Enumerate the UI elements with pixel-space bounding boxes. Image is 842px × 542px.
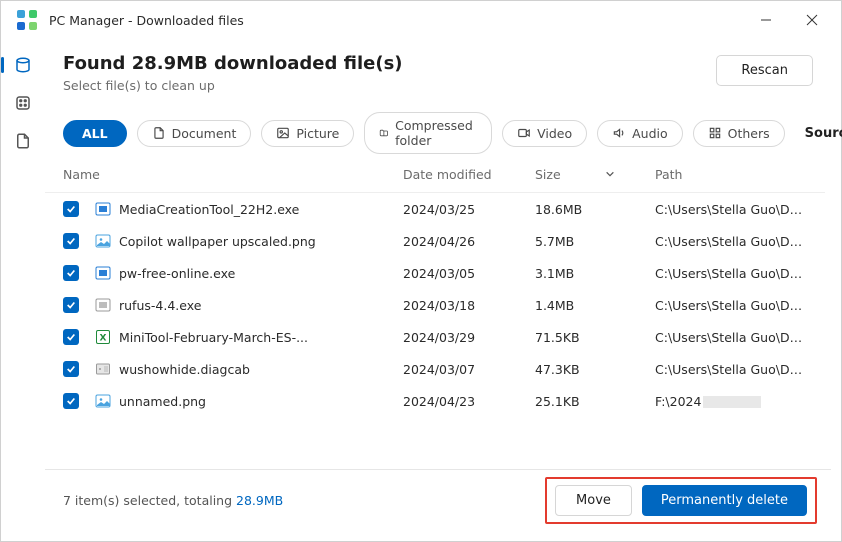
- file-name: MediaCreationTool_22H2.exe: [119, 202, 403, 217]
- row-checkbox[interactable]: [63, 361, 79, 377]
- file-type-icon: [95, 393, 111, 409]
- file-path: C:\Users\Stella Guo\Do...: [655, 234, 807, 249]
- file-date: 2024/03/07: [403, 362, 535, 377]
- filter-chip-document[interactable]: Document: [137, 120, 252, 147]
- file-size: 47.3KB: [535, 362, 655, 377]
- file-date: 2024/03/25: [403, 202, 535, 217]
- file-path: C:\Users\Stella Guo\Do...: [655, 202, 807, 217]
- action-highlight-box: Move Permanently delete: [545, 477, 817, 524]
- file-name: pw-free-online.exe: [119, 266, 403, 281]
- footer-bar: 7 item(s) selected, totaling 28.9MB Move…: [45, 469, 831, 531]
- row-checkbox[interactable]: [63, 233, 79, 249]
- file-type-icon: [95, 361, 111, 377]
- close-button[interactable]: [789, 5, 835, 35]
- file-path: F:\2024: [655, 394, 807, 409]
- filter-chip-picture[interactable]: Picture: [261, 120, 354, 147]
- file-table: Name Date modified Size Path MediaCreati…: [45, 157, 831, 469]
- filter-chip-audio[interactable]: Audio: [597, 120, 683, 147]
- file-date: 2024/03/18: [403, 298, 535, 313]
- file-type-icon: [95, 201, 111, 217]
- file-size: 18.6MB: [535, 202, 655, 217]
- page-subtitle: Select file(s) to clean up: [63, 78, 403, 93]
- file-date: 2024/03/05: [403, 266, 535, 281]
- svg-text:X: X: [100, 334, 107, 344]
- filter-chip-compressed[interactable]: Compressed folder: [364, 112, 492, 154]
- file-size: 1.4MB: [535, 298, 655, 313]
- main-panel: Found 28.9MB downloaded file(s) Select f…: [45, 39, 831, 531]
- row-checkbox[interactable]: [63, 297, 79, 313]
- filter-chip-others[interactable]: Others: [693, 120, 785, 147]
- file-type-icon: X: [95, 329, 111, 345]
- sidebar-item-storage[interactable]: [11, 53, 35, 77]
- file-path: C:\Users\Stella Guo\Do...: [655, 330, 807, 345]
- table-row[interactable]: MediaCreationTool_22H2.exe 2024/03/25 18…: [45, 193, 825, 225]
- sidebar-item-files[interactable]: [11, 129, 35, 153]
- row-checkbox[interactable]: [63, 201, 79, 217]
- sort-indicator-icon: [561, 167, 615, 182]
- file-path: C:\Users\Stella Guo\Do...: [655, 298, 807, 313]
- file-name: unnamed.png: [119, 394, 403, 409]
- selection-status: 7 item(s) selected, totaling 28.9MB: [63, 493, 283, 508]
- file-name: wushowhide.diagcab: [119, 362, 403, 377]
- filter-chip-all[interactable]: ALL: [63, 120, 127, 147]
- file-size: 25.1KB: [535, 394, 655, 409]
- rescan-button[interactable]: Rescan: [716, 55, 813, 86]
- sidebar-item-apps[interactable]: [11, 91, 35, 115]
- file-date: 2024/04/23: [403, 394, 535, 409]
- column-header-date[interactable]: Date modified: [403, 167, 535, 182]
- source-label: Source: [805, 126, 842, 141]
- file-size: 71.5KB: [535, 330, 655, 345]
- column-header-name[interactable]: Name: [63, 167, 403, 182]
- table-row[interactable]: pw-free-online.exe 2024/03/05 3.1MB C:\U…: [45, 257, 825, 289]
- table-row[interactable]: unnamed.png 2024/04/23 25.1KB F:\2024: [45, 385, 825, 417]
- app-logo-icon: [17, 10, 37, 30]
- file-path: C:\Users\Stella Guo\Do...: [655, 362, 807, 377]
- minimize-button[interactable]: [743, 5, 789, 35]
- table-row[interactable]: rufus-4.4.exe 2024/03/18 1.4MB C:\Users\…: [45, 289, 825, 321]
- title-bar: PC Manager - Downloaded files: [1, 1, 841, 39]
- file-size: 3.1MB: [535, 266, 655, 281]
- file-name: Copilot wallpaper upscaled.png: [119, 234, 403, 249]
- table-row[interactable]: Copilot wallpaper upscaled.png 2024/04/2…: [45, 225, 825, 257]
- permanently-delete-button[interactable]: Permanently delete: [642, 485, 807, 516]
- header-panel: Found 28.9MB downloaded file(s) Select f…: [45, 39, 831, 109]
- filter-bar: ALL Document Picture Compressed folder V…: [45, 109, 831, 157]
- document-icon: [152, 126, 166, 140]
- file-path: C:\Users\Stella Guo\Do...: [655, 266, 807, 281]
- file-name: MiniTool-February-March-ES-...: [119, 330, 403, 345]
- file-type-icon: [95, 265, 111, 281]
- sidebar: [1, 39, 45, 541]
- picture-icon: [276, 126, 290, 140]
- column-header-size[interactable]: Size: [535, 167, 655, 182]
- audio-icon: [612, 126, 626, 140]
- page-title: Found 28.9MB downloaded file(s): [63, 53, 403, 74]
- column-header-path[interactable]: Path: [655, 167, 807, 182]
- row-checkbox[interactable]: [63, 265, 79, 281]
- file-date: 2024/03/29: [403, 330, 535, 345]
- filter-chip-video[interactable]: Video: [502, 120, 587, 147]
- row-checkbox[interactable]: [63, 393, 79, 409]
- file-size: 5.7MB: [535, 234, 655, 249]
- file-type-icon: [95, 233, 111, 249]
- window-title: PC Manager - Downloaded files: [49, 13, 244, 28]
- video-icon: [517, 126, 531, 140]
- file-name: rufus-4.4.exe: [119, 298, 403, 313]
- compressed-folder-icon: [379, 126, 389, 140]
- move-button[interactable]: Move: [555, 485, 632, 516]
- row-checkbox[interactable]: [63, 329, 79, 345]
- file-date: 2024/04/26: [403, 234, 535, 249]
- table-row[interactable]: X MiniTool-February-March-ES-... 2024/03…: [45, 321, 825, 353]
- file-type-icon: [95, 297, 111, 313]
- table-row[interactable]: wushowhide.diagcab 2024/03/07 47.3KB C:\…: [45, 353, 825, 385]
- others-icon: [708, 126, 722, 140]
- table-header: Name Date modified Size Path: [45, 157, 825, 193]
